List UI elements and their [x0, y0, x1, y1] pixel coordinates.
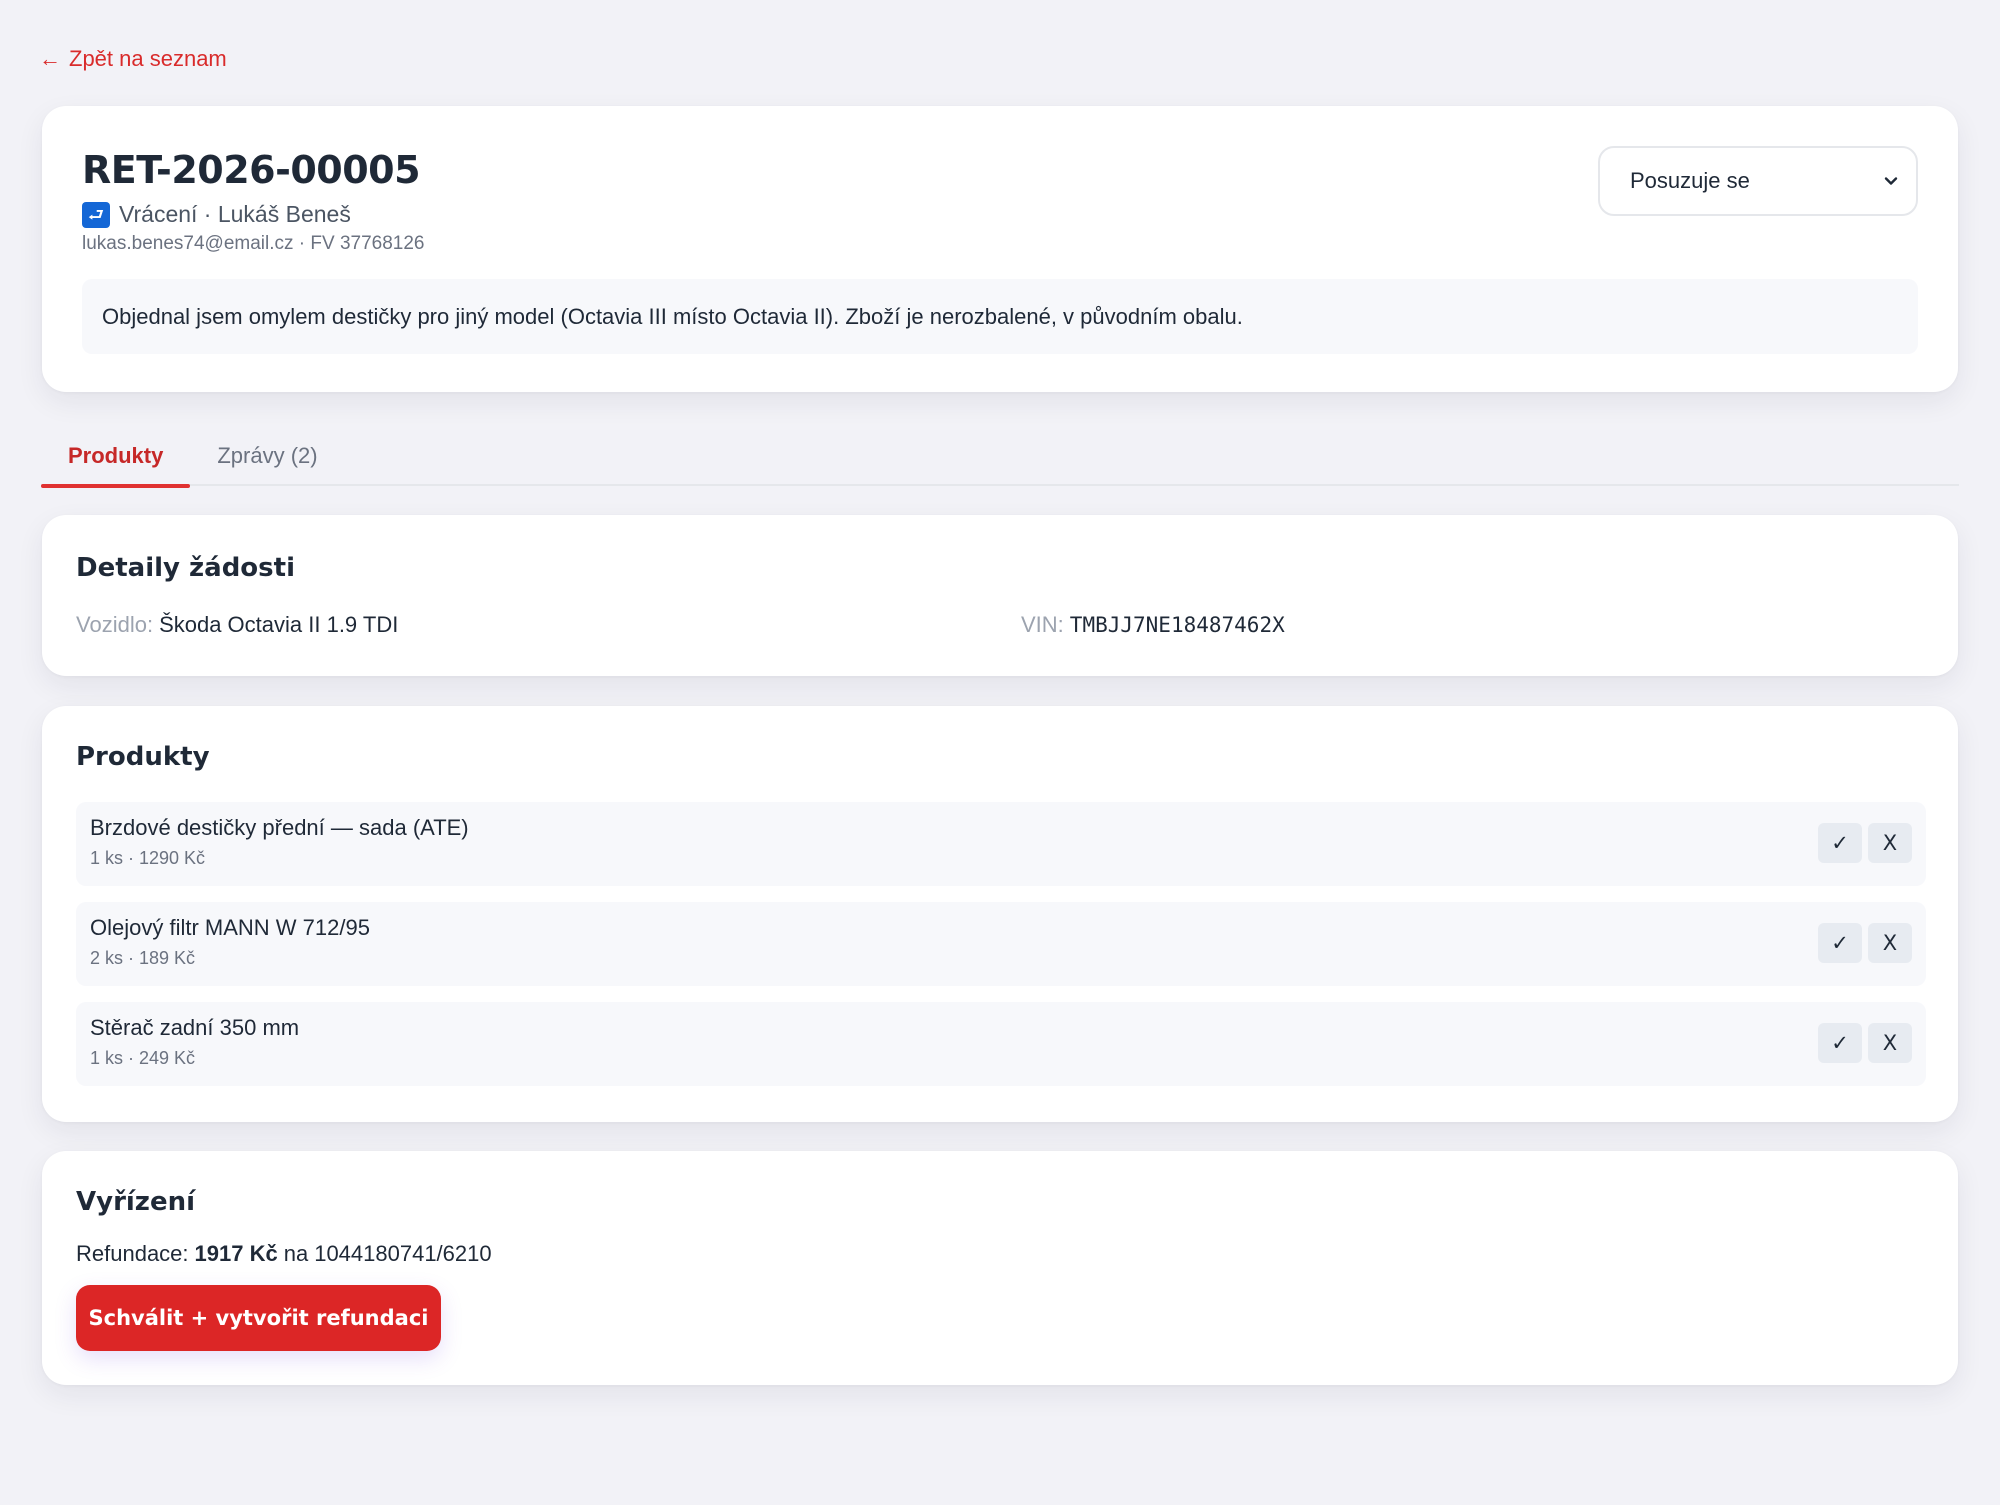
- vehicle-value: Škoda Octavia II 1.9 TDI: [159, 612, 399, 637]
- resolution-card: Vyřízení Refundace: 1917 Kč na 104418074…: [42, 1151, 1958, 1385]
- page-title: RET-2026-00005: [82, 148, 421, 192]
- product-meta: 2 ks · 189 Kč: [90, 948, 196, 968]
- product-name: Stěrač zadní 350 mm: [90, 1015, 300, 1040]
- return-detail-page: ← Zpět na seznam RET-2026-00005 ⮐ Vrácen…: [0, 0, 2000, 1505]
- tab-bar: Produkty Zprávy (2): [41, 425, 1959, 488]
- approve-item-button[interactable]: ✓: [1818, 923, 1862, 963]
- request-details-card: Detaily žádosti Vozidlo: Škoda Octavia I…: [42, 515, 1958, 676]
- status-selected-value: Posuzuje se: [1630, 168, 1750, 193]
- product-row: Brzdové destičky přední — sada (ATE) 1 k…: [76, 802, 1926, 886]
- chevron-down-icon: [1884, 177, 1898, 185]
- products-title: Produkty: [76, 742, 210, 772]
- return-type-and-customer: Vrácení · Lukáš Beneš: [119, 201, 351, 227]
- product-meta: 1 ks · 249 Kč: [90, 1048, 196, 1068]
- vehicle-label: Vozidlo:: [76, 612, 154, 637]
- approve-and-refund-button[interactable]: Schválit + vytvořit refundaci: [76, 1285, 441, 1351]
- vehicle-row: Vozidlo: Škoda Octavia II 1.9 TDI: [76, 612, 398, 638]
- product-name: Olejový filtr MANN W 712/95: [90, 915, 370, 940]
- return-header-card: RET-2026-00005 ⮐ Vrácení · Lukáš Beneš l…: [42, 106, 1958, 392]
- back-to-list-link[interactable]: ← Zpět na seznam: [39, 46, 227, 72]
- return-arrow-icon: ⮐: [82, 201, 110, 228]
- resolution-title: Vyřízení: [76, 1187, 195, 1217]
- return-subtitle: ⮐ Vrácení · Lukáš Beneš: [82, 201, 351, 228]
- vin-row: VIN: TMBJJ7NE18487462X: [1021, 612, 1285, 638]
- approve-item-button[interactable]: ✓: [1818, 823, 1862, 863]
- approve-item-button[interactable]: ✓: [1818, 1023, 1862, 1063]
- refund-amount: 1917 Kč: [194, 1241, 278, 1266]
- return-reason: Objednal jsem omylem destičky pro jiný m…: [82, 279, 1918, 354]
- tab-produkty[interactable]: Produkty: [41, 425, 191, 488]
- products-card: Produkty Brzdové destičky přední — sada …: [42, 706, 1958, 1122]
- product-row: Stěrač zadní 350 mm 1 ks · 249 Kč ✓ X: [76, 1002, 1926, 1086]
- details-title: Detaily žádosti: [76, 553, 295, 583]
- refund-label: Refundace:: [76, 1241, 189, 1266]
- customer-meta: lukas.benes74@email.cz · FV 37768126: [82, 233, 425, 254]
- refund-summary: Refundace: 1917 Kč na 1044180741/6210: [76, 1241, 492, 1267]
- refund-account: 1044180741/6210: [314, 1241, 492, 1266]
- product-name: Brzdové destičky přední — sada (ATE): [90, 815, 469, 840]
- reject-item-button[interactable]: X: [1868, 923, 1912, 963]
- status-select[interactable]: Posuzuje se: [1598, 146, 1918, 216]
- reject-item-button[interactable]: X: [1868, 823, 1912, 863]
- product-row: Olejový filtr MANN W 712/95 2 ks · 189 K…: [76, 902, 1926, 986]
- product-meta: 1 ks · 1290 Kč: [90, 848, 206, 868]
- refund-connector: na: [283, 1241, 309, 1266]
- reject-item-button[interactable]: X: [1868, 1023, 1912, 1063]
- tab-zpravy[interactable]: Zprávy (2): [190, 425, 344, 486]
- back-link-label: Zpět na seznam: [69, 46, 227, 71]
- vin-value: TMBJJ7NE18487462X: [1069, 613, 1285, 637]
- back-arrow-icon: ←: [39, 46, 61, 71]
- vin-label: VIN:: [1021, 612, 1064, 637]
